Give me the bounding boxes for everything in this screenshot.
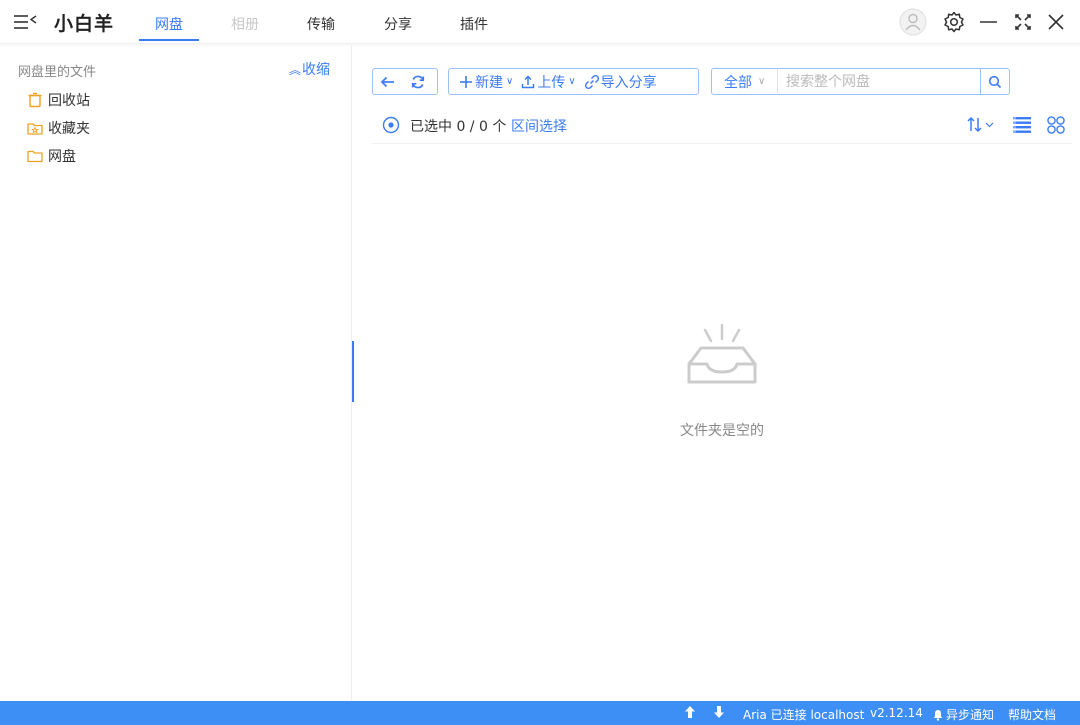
sidebar: 网盘里的文件 ︽收缩 回收站 收藏夹 网盘 bbox=[0, 45, 352, 701]
nav-button-group bbox=[372, 68, 438, 95]
sidebar-item-label: 回收站 bbox=[48, 93, 90, 109]
sidebar-item-netdisk[interactable]: 网盘 bbox=[26, 145, 76, 167]
list-view-icon[interactable] bbox=[1011, 114, 1033, 140]
sidebar-item-label: 收藏夹 bbox=[48, 121, 90, 137]
selection-count: 已选中 0 / 0 个 bbox=[410, 119, 507, 135]
fullscreen-icon[interactable] bbox=[1009, 8, 1037, 36]
chevron-up-icon: ︽ bbox=[289, 63, 302, 77]
sidebar-header: 网盘里的文件 bbox=[18, 65, 97, 80]
trash-icon bbox=[28, 92, 42, 108]
async-notify-button[interactable]: 异步通知 bbox=[932, 706, 994, 723]
new-button[interactable]: 新建 ∨ bbox=[455, 69, 517, 94]
tab-transfer[interactable]: 传输 bbox=[307, 14, 335, 34]
grid-view-icon[interactable] bbox=[1045, 114, 1067, 140]
empty-message: 文件夹是空的 bbox=[680, 423, 764, 439]
chevron-down-icon: ∨ bbox=[568, 76, 576, 87]
selection-bar: 已选中 0 / 0 个 区间选择 bbox=[372, 106, 1072, 144]
tab-netdisk[interactable]: 网盘 bbox=[155, 14, 183, 34]
import-share-label: 导入分享 bbox=[600, 74, 657, 91]
close-icon[interactable] bbox=[1042, 8, 1070, 36]
bell-icon bbox=[933, 709, 943, 721]
tab-share[interactable]: 分享 bbox=[384, 14, 412, 34]
empty-box-icon bbox=[685, 322, 759, 392]
active-tab-indicator bbox=[139, 39, 199, 41]
app-window: 小白羊 网盘 相册 传输 分享 插件 网盘里的文件 ︽收缩 回收站 收藏夹 网盘… bbox=[0, 0, 1080, 725]
select-all-radio[interactable] bbox=[381, 115, 401, 139]
help-docs-link[interactable]: 帮助文档 bbox=[1008, 706, 1056, 723]
tab-plugins[interactable]: 插件 bbox=[460, 14, 488, 34]
upload-icon bbox=[522, 74, 535, 88]
search-icon bbox=[988, 75, 1002, 88]
download-status-icon[interactable] bbox=[713, 705, 725, 722]
favorite-folder-icon bbox=[27, 123, 43, 135]
new-label: 新建 bbox=[475, 74, 503, 91]
refresh-icon bbox=[411, 75, 425, 88]
folder-icon bbox=[27, 150, 43, 163]
filter-label: 全部 bbox=[724, 74, 752, 91]
aria-status[interactable]: Aria 已连接 localhost bbox=[743, 706, 864, 723]
search-input[interactable] bbox=[777, 68, 981, 95]
status-bar: Aria 已连接 localhost v2.12.14 异步通知 帮助文档 bbox=[0, 701, 1080, 725]
file-action-group: 新建 ∨ 上传 ∨ 导入分享 bbox=[448, 68, 699, 95]
refresh-button[interactable] bbox=[403, 69, 433, 94]
import-share-button[interactable]: 导入分享 bbox=[580, 69, 661, 94]
collapse-label: 收缩 bbox=[302, 62, 331, 78]
arrow-left-icon bbox=[380, 76, 394, 87]
chevron-down-icon: ∨ bbox=[758, 76, 766, 87]
range-select-link[interactable]: 区间选择 bbox=[511, 116, 567, 136]
link-icon bbox=[584, 74, 599, 89]
sidebar-item-favorites[interactable]: 收藏夹 bbox=[26, 117, 90, 139]
async-notify-label: 异步通知 bbox=[946, 708, 995, 722]
search-button[interactable] bbox=[980, 68, 1010, 95]
sort-icon bbox=[967, 116, 994, 133]
minimize-icon[interactable] bbox=[975, 8, 1003, 36]
chevron-down-icon: ∨ bbox=[506, 76, 514, 87]
back-button[interactable] bbox=[373, 69, 403, 94]
avatar[interactable] bbox=[899, 8, 927, 36]
sidebar-item-label: 网盘 bbox=[48, 149, 76, 165]
title-bar: 小白羊 网盘 相册 传输 分享 插件 bbox=[0, 0, 1080, 44]
upload-button[interactable]: 上传 ∨ bbox=[517, 69, 579, 94]
tab-album[interactable]: 相册 bbox=[231, 14, 259, 34]
sidebar-resize-handle[interactable] bbox=[352, 341, 354, 402]
upload-label: 上传 bbox=[537, 74, 566, 91]
upload-status-icon[interactable] bbox=[684, 705, 696, 722]
sort-button[interactable] bbox=[966, 114, 1000, 140]
app-name: 小白羊 bbox=[54, 13, 115, 35]
plus-icon bbox=[460, 75, 472, 88]
sidebar-item-recycle-bin[interactable]: 回收站 bbox=[26, 89, 90, 111]
filter-dropdown[interactable]: 全部 ∨ bbox=[711, 68, 778, 95]
collapse-button[interactable]: ︽收缩 bbox=[289, 59, 330, 79]
menu-icon[interactable] bbox=[12, 10, 38, 34]
version-label[interactable]: v2.12.14 bbox=[870, 706, 923, 720]
gear-icon[interactable] bbox=[940, 8, 968, 36]
